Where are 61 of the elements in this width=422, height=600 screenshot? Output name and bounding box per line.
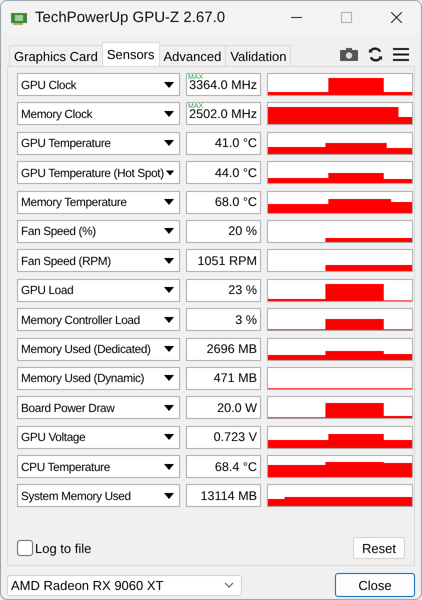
tab[interactable]: Sensors <box>102 42 160 66</box>
maximize-icon <box>340 12 352 23</box>
chevron-icon <box>224 582 234 588</box>
sensor-value: 41.0 °C <box>186 132 261 155</box>
sensor-value: 20 % <box>186 220 261 243</box>
dropdown-arrow-icon <box>164 316 174 323</box>
log-to-file-checkbox[interactable]: Log to file <box>17 540 92 556</box>
dropdown-arrow-icon <box>164 404 174 411</box>
dropdown-arrow-icon <box>164 110 174 117</box>
dropdown-arrow-icon <box>166 170 174 176</box>
tab[interactable]: Graphics Card <box>9 45 103 66</box>
refresh-icon[interactable] <box>368 46 383 62</box>
dropdown-arrow-icon <box>164 140 174 146</box>
sensor-value: 3 % <box>186 308 261 332</box>
sensor-select[interactable]: Memory Temperature <box>17 190 180 214</box>
dropdown-arrow-icon <box>164 287 174 294</box>
sensor-select[interactable]: GPU Clock <box>17 73 180 96</box>
sensor-value: 13114 MB <box>186 484 261 508</box>
sensor-value: 44.0 °C <box>186 161 261 184</box>
sensor-value: 471 MB <box>186 366 261 390</box>
tab[interactable]: Validation <box>225 45 292 66</box>
window-title: TechPowerUp GPU-Z 2.67.0 <box>35 9 226 26</box>
sensor-select[interactable]: Memory Used (Dedicated) <box>17 338 180 361</box>
dropdown-arrow-icon <box>164 346 174 352</box>
dropdown-arrow-icon <box>164 464 174 470</box>
sensor-select[interactable]: GPU Temperature <box>17 132 180 155</box>
dropdown-arrow-icon <box>164 492 174 499</box>
minimize-icon <box>290 16 302 18</box>
dropdown-arrow-icon <box>164 258 174 264</box>
gpu-select[interactable]: AMD Radeon RX 9060 XT <box>7 574 242 596</box>
camera-icon[interactable] <box>340 48 358 60</box>
sensor-select[interactable]: Memory Clock <box>17 102 180 126</box>
close-icon <box>390 12 402 23</box>
sensor-value: 1051 RPM <box>186 249 261 272</box>
dropdown-arrow-icon <box>164 199 174 206</box>
sensor-value: 2696 MB <box>186 338 261 361</box>
sensor-value: 23 % <box>186 278 261 302</box>
sensor-select[interactable]: Fan Speed (RPM) <box>17 249 180 272</box>
sensor-select[interactable]: GPU Load <box>17 278 180 302</box>
sensor-value: 68.4 °C <box>186 455 261 478</box>
sensor-select[interactable]: System Memory Used <box>17 484 180 508</box>
dropdown-arrow-icon <box>164 82 174 88</box>
sensor-value: 68.0 °C <box>186 190 261 214</box>
sensor-select[interactable]: CPU Temperature <box>17 455 180 478</box>
sensor-value: 0.723 V <box>186 426 261 449</box>
sensor-select[interactable]: Fan Speed (%) <box>17 220 180 243</box>
reset-button[interactable]: Reset <box>353 537 405 559</box>
close-dialog-button[interactable]: Close <box>335 573 415 597</box>
dropdown-arrow-icon <box>164 375 174 382</box>
checkbox[interactable] <box>17 540 33 556</box>
dropdown-arrow-icon <box>164 434 174 440</box>
sensor-value: 20.0 W <box>186 396 261 420</box>
sensor-select[interactable]: Memory Controller Load <box>17 308 180 332</box>
sensor-select[interactable]: GPU Temperature (Hot Spot) <box>17 161 180 184</box>
menu-icon[interactable] <box>393 48 409 60</box>
sensor-select[interactable]: Board Power Draw <box>17 396 180 420</box>
dropdown-arrow-icon <box>164 228 174 234</box>
sensor-select[interactable]: GPU Voltage <box>17 426 180 449</box>
sensor-select[interactable]: Memory Used (Dynamic) <box>17 366 180 390</box>
checkbox-label: Log to file <box>35 540 92 556</box>
graphics-card-icon <box>11 10 27 24</box>
